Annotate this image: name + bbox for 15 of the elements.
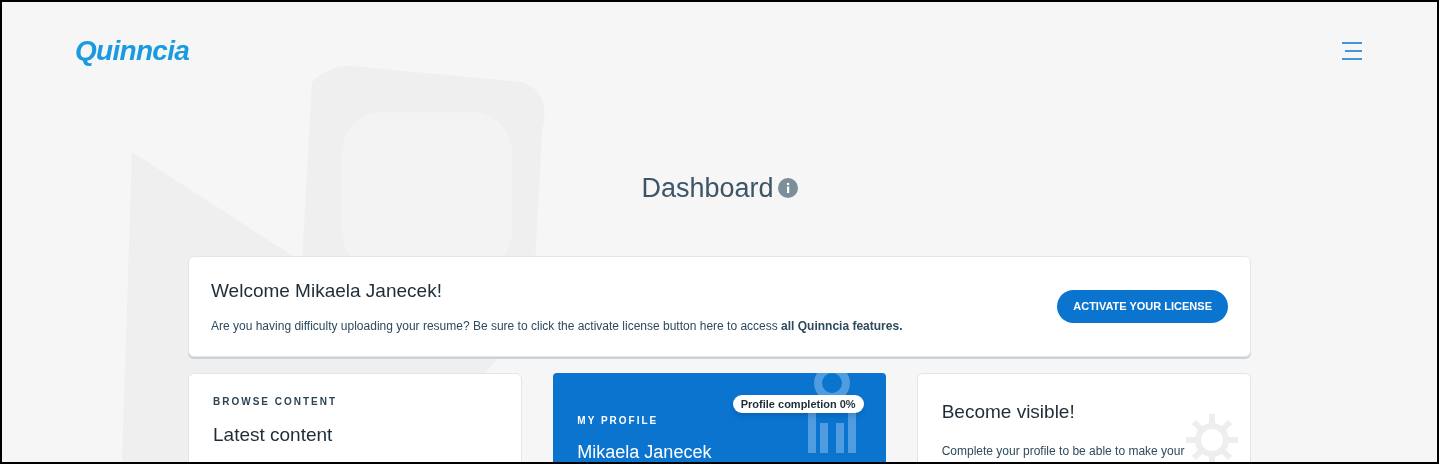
card-eyebrow: MY PROFILE xyxy=(577,413,660,428)
card-title: Latest content xyxy=(213,422,334,447)
completion-badge: Profile completion 0% xyxy=(732,394,864,413)
card-text: Complete your profile to be able to make your xyxy=(941,443,1186,460)
info-icon[interactable] xyxy=(777,178,798,199)
page-title: Dashboard xyxy=(641,172,774,205)
menu-button[interactable] xyxy=(1341,42,1363,60)
welcome-message: Are you having difficulty uploading your resume? Be sure to click the activate license button here to access all Quinncia features. xyxy=(211,318,903,336)
welcome-title: Welcome Mikaela Janecek! xyxy=(211,278,443,303)
profile-name: Mikaela Janecek xyxy=(577,440,713,462)
card-title: Become visible! xyxy=(941,399,1076,424)
activate-license-button[interactable]: ACTIVATE YOUR LICENSE xyxy=(1057,289,1228,323)
card-eyebrow: BROWSE CONTENT xyxy=(213,394,339,409)
menu-icon xyxy=(1341,42,1363,60)
logo[interactable]: Quinncia xyxy=(75,30,190,72)
